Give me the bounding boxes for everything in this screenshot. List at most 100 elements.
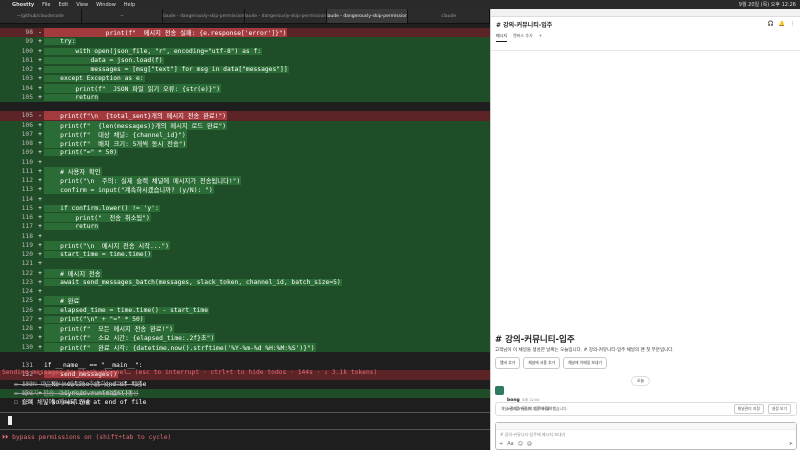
terminal-pane[interactable]: 98- print(f" 메시지 전송 실패: {e.response['err… [0,24,490,450]
terminal-tab[interactable]: claude [408,9,491,23]
channel-tabs: 메시지 캔버스 추가 + [496,33,796,42]
diff-line: 103 + except Exception as e: [0,74,490,84]
line-number: 113 [21,186,33,194]
diff-line: 99 + try: [0,37,490,47]
line-number: 102 [21,66,33,74]
channel-intro-title: # 강의-커뮤니티-입주 [495,335,575,345]
code-text: data = json.load(f) [44,56,164,64]
diff-sign: + [38,204,42,212]
terminal-tab-active[interactable]: claude - dangerously-skip-permissions [326,9,409,23]
banner-button[interactable]: 채널관리 지정 [733,404,764,414]
diff-sign: - [38,29,42,37]
code-text: # 메시지 전송 [44,268,102,278]
menu-edit[interactable]: Edit [59,2,69,8]
diff-sign: + [38,47,42,55]
add-app-button[interactable]: 채널에 사용 추가 [523,357,561,369]
terminal-tabbar: ~/github/claudecode ~ claude - dangerous… [0,9,491,24]
format-icon[interactable]: Aa [507,441,513,447]
huddle-icon[interactable]: 🎧 [768,21,774,27]
line-number: 109 [21,149,33,157]
code-text: print("=" * 50) [44,149,119,157]
slack-window: # 강의-커뮤니티-입주 메시지 캔버스 추가 + 🎧 🔔 ⋮ # 강의-커뮤니… [490,9,800,450]
diff-sign: + [38,288,42,296]
mention-icon[interactable]: @ [527,441,532,447]
terminal-tab[interactable]: claude - dangerously-skip-permissions [245,9,327,23]
bypass-permissions-line: ⏵⏵ bypass permissions on (shift+tab to c… [2,434,172,441]
diff-line: 124 + [0,287,490,297]
diff-line: 114 + [0,194,490,204]
diff-line: 116 + print(" 전송 취소됨") [0,213,490,223]
more-icon[interactable]: ⋮ [790,21,795,27]
line-number: 118 [21,232,33,240]
diff-line: 102 + messages = [msg["text"] for msg in … [0,65,490,75]
composer-placeholder[interactable]: # 강의-커뮤니티-입주에 메시지 보내기 [496,430,796,440]
tab-messages[interactable]: 메시지 [496,33,508,42]
diff-sign: + [38,121,42,129]
code-text: print(f" 메시지 전송 실패: {e.response['error']… [44,28,288,38]
channel-title[interactable]: # 강의-커뮤니티-입주 [496,20,796,29]
emoji-icon[interactable]: ☺ [518,441,523,447]
menu-view[interactable]: View [76,2,88,8]
app-name[interactable]: Ghostty [12,2,34,8]
prompt-input[interactable] [0,412,490,430]
line-number: 128 [21,325,33,333]
diff-line: 120 + start_time = time.time() [0,250,490,260]
diff-sign: + [38,306,42,314]
diff-sign: + [38,195,42,203]
macos-menubar: Ghostty File Edit View Window Help 9월 20… [0,0,800,9]
send-icon[interactable]: ➤ [789,441,793,447]
tab-add[interactable]: + [539,33,542,42]
menu-help[interactable]: Help [124,2,135,8]
line-number: 126 [21,306,33,314]
diff-line: 122 + # 메시지 전송 [0,268,490,278]
diff-line: 112 + print("\n 주의: 실제 슬랙 채널에 메시지가 전송됩니다!… [0,176,490,186]
line-number: 124 [21,288,33,296]
diff-line: 115 + if confirm.lower() != 'y': [0,203,490,213]
menu-window[interactable]: Window [96,2,116,8]
diff-line: 106 + print(f" {len(messages)}개의 메시지 로드 완… [0,120,490,130]
terminal-tab[interactable]: ~ [82,9,164,23]
line-number: 111 [21,167,33,175]
line-number: 116 [21,214,33,222]
avatar[interactable] [495,386,504,395]
diff-line [0,352,490,361]
line-number: 105 [21,93,33,101]
code-text: print(f" {len(messages)}개의 메시지 로드 완료") [44,120,228,130]
code-text: print("\n" + "=" * 50) [44,315,145,323]
diff-line [0,102,490,111]
diff-line: 108 + print(f" 배치 크기: 5개씩 동시 전송") [0,139,490,149]
diff-line: 118 + [0,231,490,241]
plus-icon[interactable]: + [499,441,503,447]
line-number: 100 [21,47,33,55]
banner-button[interactable]: 설정 보기 [767,404,791,414]
customize-banner: 채널 관리를 사용자 지정하세요. 채널관리 지정 설정 보기 [495,402,797,416]
code-text: return [44,223,100,231]
code-text: print(" 전송 취소됨") [44,213,151,223]
tab-add-canvas[interactable]: 캔버스 추가 [513,33,533,42]
bell-icon[interactable]: 🔔 [779,21,785,27]
line-number: 122 [21,269,33,277]
todo-item: ☒ JSON 파일에서 메시지 추출하는 코드 작성 [14,381,143,388]
email-channel-button[interactable]: 채널에 이메일 보내기 [563,357,607,369]
terminal-tab[interactable]: ~/github/claudecode [0,9,82,23]
diff-sign: + [38,149,42,157]
terminal-tab[interactable]: claude - dangerously-skip-permissions [163,9,246,23]
date-divider[interactable]: 오늘 [631,376,650,386]
diff-sign: + [38,223,42,231]
add-member-button[interactable]: 멤버 추가 [495,357,521,369]
cursor [8,416,12,425]
diff-line: 128 + print(f" 모든 메시지 전송 완료!") [0,324,490,334]
diff-sign: + [38,130,42,138]
banner-text: 채널 관리를 사용자 지정하세요. [501,406,552,411]
message-composer[interactable]: # 강의-커뮤니티-입주에 메시지 보내기 + Aa ☺ @ ➤ [495,422,797,450]
line-number: 106 [21,121,33,129]
diff-line: 107 + print(f" 대상 채널: {channel_id}") [0,129,490,139]
line-number: 105 [21,112,33,120]
code-text: print(f" 배치 크기: 5개씩 동시 전송") [44,139,188,149]
code-text: except Exception as e: [44,75,145,83]
line-number: 103 [21,75,33,83]
diff-line: 110 + [0,157,490,167]
code-text: print("\n 메시지 전송 시작...") [44,240,170,250]
clock[interactable]: 9월 20일 (목) 오후 12:26 [739,1,796,8]
menu-file[interactable]: File [42,2,50,8]
